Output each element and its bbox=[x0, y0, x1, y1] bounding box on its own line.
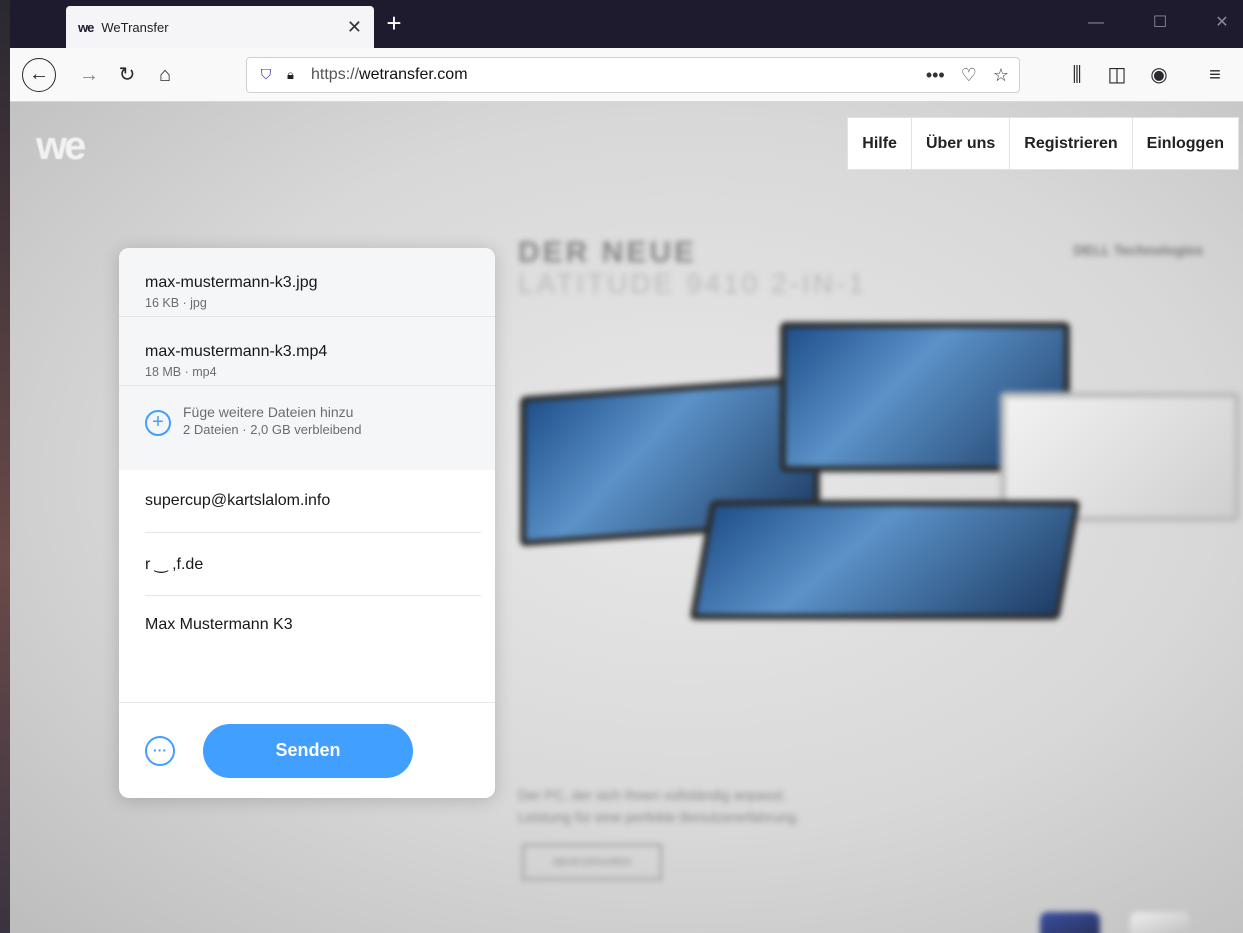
ad-copy: Der PC, der sich Ihnen vollständig anpas… bbox=[518, 787, 800, 825]
pocket-icon[interactable]: ♡ bbox=[961, 65, 977, 86]
add-more-title: Füge weitere Dateien hinzu bbox=[183, 404, 354, 420]
add-more-files-button[interactable]: + Füge weitere Dateien hinzu 2 Dateien ·… bbox=[119, 386, 495, 437]
advertisement[interactable]: DER NEUE LATITUDE 9410 2-IN-1 DELL Techn… bbox=[510, 222, 1243, 933]
tab-bar: we WeTransfer ✕ + — ☐ ✕ bbox=[10, 0, 1243, 48]
navigation-toolbar: ← → ↻ ⌂ ⛉ 🔒︎ https://wetransfer.com ••• … bbox=[10, 48, 1243, 102]
ad-headline: DER NEUE bbox=[518, 236, 698, 269]
page-content: we Hilfe Über uns Registrieren Einloggen… bbox=[10, 102, 1243, 933]
panel-footer: ··· Senden bbox=[119, 702, 495, 798]
menu-icon[interactable]: ≡ bbox=[1200, 60, 1230, 90]
nav-ueber-uns[interactable]: Über uns bbox=[912, 118, 1011, 169]
address-bar[interactable]: ⛉ 🔒︎ https://wetransfer.com ••• ♡ ☆ bbox=[246, 57, 1020, 93]
maximize-button[interactable]: ☐ bbox=[1140, 8, 1180, 38]
file-meta: 18 MB · mp4 bbox=[145, 365, 217, 379]
back-icon[interactable]: ← bbox=[22, 58, 56, 92]
file-name: max-mustermann-k3.mp4 bbox=[145, 343, 328, 360]
new-tab-button[interactable]: + bbox=[378, 8, 410, 40]
ad-badge-image bbox=[1040, 912, 1100, 933]
message-field[interactable]: Max Mustermann K3 bbox=[145, 596, 481, 702]
top-navigation: Hilfe Über uns Registrieren Einloggen bbox=[847, 117, 1239, 170]
list-item[interactable]: max-mustermann-k3.jpg 16 KB · jpg bbox=[119, 248, 495, 317]
list-item[interactable]: max-mustermann-k3.mp4 18 MB · mp4 bbox=[119, 317, 495, 386]
file-name: max-mustermann-k3.jpg bbox=[145, 274, 318, 291]
bookmark-star-icon[interactable]: ☆ bbox=[993, 65, 1009, 86]
wetransfer-logo[interactable]: we bbox=[36, 124, 86, 169]
reload-icon[interactable]: ↻ bbox=[112, 60, 142, 90]
add-more-meta: 2 Dateien · 2,0 GB verbleibend bbox=[183, 422, 362, 437]
ad-subheadline: LATITUDE 9410 2-IN-1 bbox=[518, 268, 867, 299]
tab-favicon-icon: we bbox=[78, 19, 94, 35]
sidebar-icon[interactable]: ◫ bbox=[1102, 60, 1132, 90]
tab-title: WeTransfer bbox=[101, 19, 169, 35]
email-from-field[interactable]: r ‿ ,f.de bbox=[145, 533, 481, 596]
ad-laptop-image bbox=[689, 500, 1081, 620]
library-icon[interactable]: ⫼ bbox=[1062, 60, 1092, 90]
tab-wetransfer[interactable]: we WeTransfer ✕ bbox=[66, 6, 374, 48]
ad-badge-image bbox=[1130, 912, 1190, 933]
send-button[interactable]: Senden bbox=[203, 723, 413, 778]
tracking-shield-icon[interactable]: ⛉ bbox=[257, 66, 275, 84]
plus-circle-icon[interactable]: + bbox=[145, 410, 171, 436]
minimize-button[interactable]: — bbox=[1076, 8, 1116, 38]
tab-close-icon[interactable]: ✕ bbox=[347, 17, 362, 38]
transfer-panel: max-mustermann-k3.jpg 16 KB · jpg max-mu… bbox=[119, 248, 495, 798]
desktop-edge bbox=[0, 0, 10, 933]
ad-brand: DELL Technologies bbox=[1073, 242, 1203, 258]
lock-icon[interactable]: 🔒︎ bbox=[287, 67, 303, 83]
page-actions-icon[interactable]: ••• bbox=[926, 65, 945, 86]
ad-cta-button[interactable]: MEHR ERFAHREN bbox=[522, 844, 662, 880]
email-to-field[interactable]: supercup@kartslalom.info bbox=[145, 470, 481, 533]
nav-hilfe[interactable]: Hilfe bbox=[848, 118, 912, 169]
account-icon[interactable]: ◉ bbox=[1144, 60, 1174, 90]
file-list: max-mustermann-k3.jpg 16 KB · jpg max-mu… bbox=[119, 248, 495, 470]
nav-einloggen[interactable]: Einloggen bbox=[1133, 118, 1238, 169]
home-icon[interactable]: ⌂ bbox=[150, 60, 180, 90]
forward-icon[interactable]: → bbox=[74, 60, 104, 90]
close-window-button[interactable]: ✕ bbox=[1202, 8, 1242, 38]
nav-registrieren[interactable]: Registrieren bbox=[1010, 118, 1133, 169]
url-text[interactable]: https://wetransfer.com bbox=[311, 66, 926, 84]
more-options-icon[interactable]: ··· bbox=[145, 735, 175, 766]
file-meta: 16 KB · jpg bbox=[145, 296, 207, 310]
